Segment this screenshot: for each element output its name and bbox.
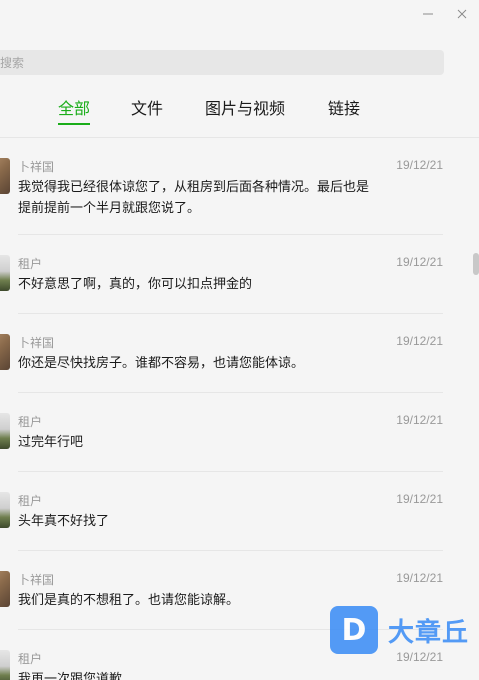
list-item[interactable]: 卜祥国 19/12/21 我觉得我已经很体谅您了，从租房到后面各种情况。最后也是…	[0, 138, 479, 235]
sender-name: 卜祥国	[18, 336, 55, 350]
message-text: 不好意思了啊，真的，你可以扣点押金的	[18, 276, 253, 291]
message-date: 19/12/21	[396, 334, 443, 348]
message-date: 19/12/21	[396, 255, 443, 269]
minimize-icon	[423, 13, 433, 15]
avatar	[0, 650, 10, 680]
list-item[interactable]: 租户 19/12/21 不好意思了啊，真的，你可以扣点押金的	[0, 235, 479, 314]
avatar	[0, 571, 10, 607]
message-text: 过完年行吧	[18, 434, 84, 449]
scrollbar-thumb[interactable]	[473, 253, 479, 275]
sender-name: 租户	[18, 652, 43, 666]
logo-badge-icon: D	[330, 606, 378, 654]
sender-name: 卜祥国	[18, 160, 55, 174]
list-item[interactable]: 租户 19/12/21 头年真不好找了	[0, 472, 479, 551]
avatar	[0, 255, 10, 291]
message-text: 我们是真的不想租了。也请您能谅解。	[18, 592, 240, 607]
list-item[interactable]: 租户 19/12/21 过完年行吧	[0, 393, 479, 472]
avatar	[0, 492, 10, 528]
sender-name: 卜祥国	[18, 573, 55, 587]
message-text: 你还是尽快找房子。谁都不容易，也请您能体谅。	[18, 355, 305, 370]
avatar	[0, 334, 10, 370]
tab-links[interactable]: 链接	[328, 98, 360, 126]
watermark-text: 大章丘	[388, 617, 470, 648]
list-item[interactable]: 卜祥国 19/12/21 你还是尽快找房子。谁都不容易，也请您能体谅。	[0, 314, 479, 393]
message-text: 我觉得我已经很体谅您了，从租房到后面各种情况。最后也是提前提前一个半月就跟您说了…	[18, 179, 370, 215]
close-button[interactable]	[445, 0, 479, 28]
search-results: 卜祥国 19/12/21 我觉得我已经很体谅您了，从租房到后面各种情况。最后也是…	[0, 138, 479, 680]
avatar	[0, 413, 10, 449]
watermark-logo: D 大章丘	[330, 606, 475, 654]
sender-name: 租户	[18, 494, 43, 508]
message-date: 19/12/21	[396, 158, 443, 172]
filter-tabs: 全部 文件 图片与视频 链接	[0, 98, 479, 138]
tab-images-videos[interactable]: 图片与视频	[205, 98, 285, 126]
avatar	[0, 158, 10, 194]
search-box[interactable]	[0, 50, 444, 75]
message-text: 我再一次跟您道歉	[18, 671, 123, 680]
chat-history-window: 全部 文件 图片与视频 链接 卜祥国 19/12/21 我觉得我已经很体谅您了，…	[0, 0, 479, 680]
sender-name: 租户	[18, 415, 43, 429]
message-text: 头年真不好找了	[18, 513, 110, 528]
message-date: 19/12/21	[396, 413, 443, 427]
tab-files[interactable]: 文件	[131, 98, 163, 126]
window-controls	[411, 0, 479, 30]
sender-name: 租户	[18, 257, 43, 271]
tab-all[interactable]: 全部	[58, 98, 91, 126]
message-date: 19/12/21	[396, 492, 443, 506]
minimize-button[interactable]	[411, 0, 445, 28]
close-icon	[457, 9, 467, 19]
search-input[interactable]	[0, 55, 444, 70]
message-date: 19/12/21	[396, 571, 443, 585]
